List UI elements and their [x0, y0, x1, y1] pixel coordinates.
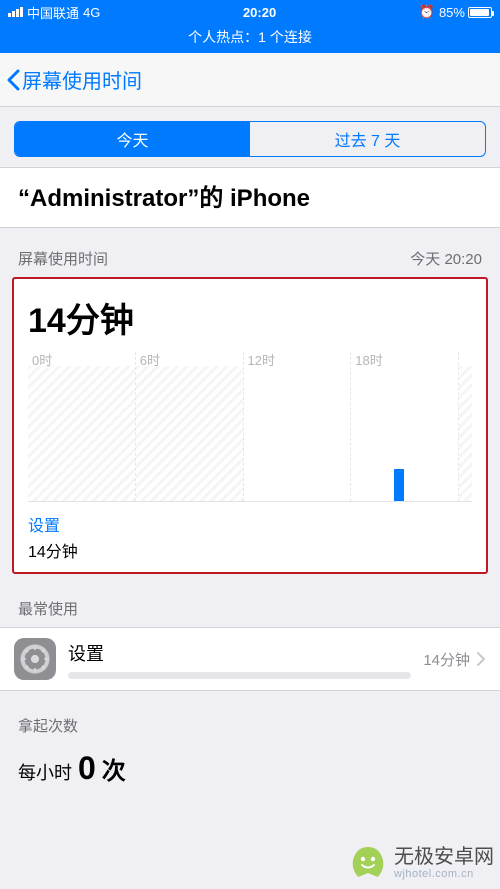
- nav-bar: 屏幕使用时间: [0, 53, 500, 107]
- status-time: 20:20: [243, 5, 276, 20]
- chart-tick-0: 0时: [32, 350, 52, 369]
- hourly-usage-chart: 0时 6时 12时 18时: [28, 352, 472, 502]
- usage-section-header: 屏幕使用时间 今天 20:20: [0, 228, 500, 277]
- most-used-app-duration: 14分钟: [423, 649, 470, 670]
- usage-chart-card[interactable]: 14分钟 0时 6时 12时 18时 设置 14分钟: [12, 277, 488, 574]
- watermark-title: 无极安卓网: [394, 847, 494, 868]
- device-title: “Administrator”的 iPhone: [0, 167, 500, 228]
- pickups-unit: 次: [102, 751, 126, 786]
- tab-past-7-days[interactable]: 过去 7 天: [250, 122, 485, 156]
- most-used-app-bar: [68, 672, 411, 679]
- pickups-row: 每小时 0 次: [0, 744, 500, 787]
- signal-icon: [8, 7, 23, 17]
- pickups-per-hour-label: 每小时: [18, 759, 72, 785]
- chart-tick-6: 6时: [140, 350, 160, 369]
- most-used-row[interactable]: 设置 14分钟: [0, 627, 500, 691]
- watermark: 无极安卓网 wjhotel.com.cn: [348, 843, 494, 883]
- chart-bar-20h: [394, 469, 404, 501]
- watermark-subtitle: wjhotel.com.cn: [394, 868, 494, 880]
- most-used-app-name: 设置: [68, 640, 411, 666]
- pickups-count: 0: [78, 750, 96, 787]
- battery-icon: [468, 7, 492, 18]
- settings-app-icon: [14, 638, 56, 680]
- most-used-header: 最常使用: [0, 574, 500, 627]
- battery-pct: 85%: [439, 5, 465, 20]
- usage-header-right: 今天 20:20: [410, 248, 482, 269]
- chart-top-app-name: 设置: [28, 512, 472, 536]
- carrier-label: 中国联通: [27, 3, 79, 22]
- hotspot-bar[interactable]: 个人热点：1 个连接: [0, 24, 500, 53]
- usage-header-left: 屏幕使用时间: [18, 248, 108, 269]
- chart-tick-12: 12时: [248, 350, 275, 369]
- chart-top-app-duration: 14分钟: [28, 538, 472, 562]
- total-usage-time: 14分钟: [28, 293, 472, 342]
- pickups-header: 拿起次数: [0, 691, 500, 744]
- time-range-segmented: 今天 过去 7 天: [14, 121, 486, 157]
- back-button[interactable]: 屏幕使用时间: [6, 65, 142, 94]
- chevron-left-icon: [6, 69, 20, 91]
- status-bar: 中国联通 4G 20:20 ⏰ 85%: [0, 0, 500, 24]
- tab-today[interactable]: 今天: [15, 122, 250, 156]
- watermark-logo-icon: [348, 843, 388, 883]
- alarm-icon: ⏰: [419, 4, 435, 20]
- chart-tick-18: 18时: [355, 350, 382, 369]
- back-label: 屏幕使用时间: [22, 65, 142, 94]
- chevron-right-icon: [476, 651, 486, 667]
- battery-indicator: 85%: [439, 5, 492, 20]
- network-label: 4G: [83, 5, 100, 20]
